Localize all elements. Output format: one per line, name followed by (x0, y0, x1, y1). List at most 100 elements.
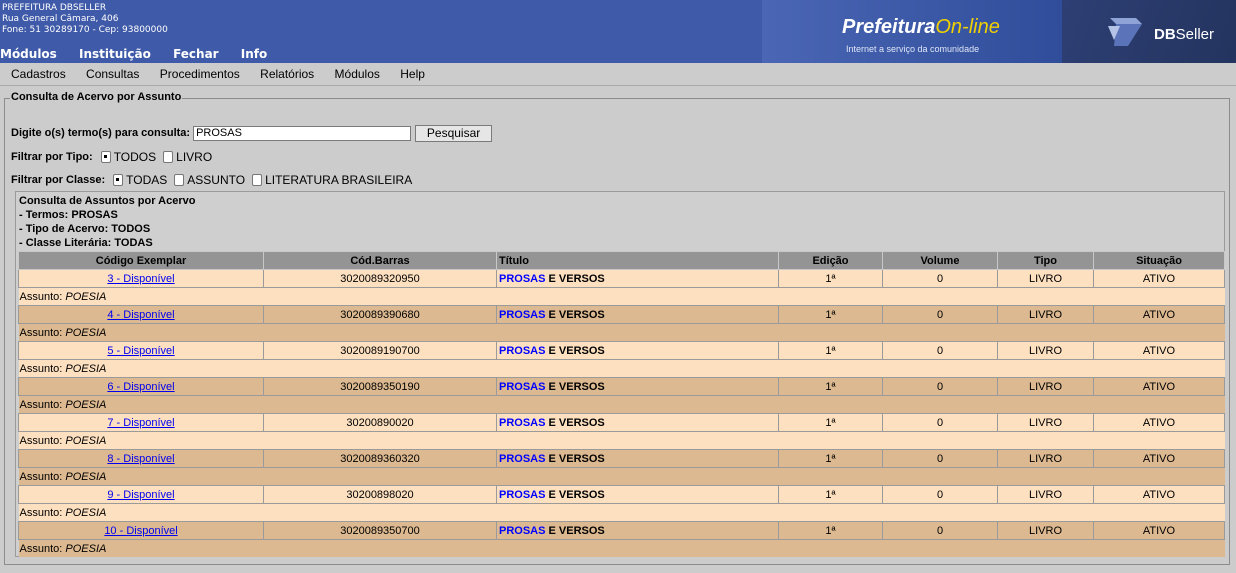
col-header-volume[interactable]: Volume (882, 251, 998, 270)
top-menu-modulos[interactable]: Módulos (0, 47, 57, 61)
assunto-value: POESIA (65, 506, 107, 519)
vendor-name-rest: Seller (1175, 26, 1215, 43)
search-input[interactable] (193, 125, 412, 141)
exemplar-link[interactable]: 4 - Disponível (107, 309, 174, 321)
cell-codigo: 4 - Disponível (18, 305, 264, 324)
radio-classe-literatura[interactable] (252, 174, 263, 186)
title-highlight: PROSAS (499, 380, 546, 393)
radio-classe-assunto[interactable] (174, 174, 185, 186)
exemplar-link[interactable]: 10 - Disponível (104, 525, 177, 537)
menu-procedimentos[interactable]: Procedimentos (160, 63, 240, 85)
organization-info: PREFEITURA DBSELLER Rua General Câmara, … (2, 3, 168, 36)
title-rest: E VERSOS (545, 488, 605, 501)
assunto-label: Assunto: (19, 290, 63, 303)
exemplar-link[interactable]: 3 - Disponível (107, 273, 174, 285)
cell-assunto: Assunto: POESIA (18, 287, 1225, 306)
assunto-label: Assunto: (19, 434, 63, 447)
col-header-codigo[interactable]: Código Exemplar (18, 251, 264, 270)
cell-assunto: Assunto: POESIA (18, 359, 1225, 378)
exemplar-link[interactable]: 5 - Disponível (107, 345, 174, 357)
radio-tipo-livro[interactable] (163, 151, 174, 163)
menu-help[interactable]: Help (400, 63, 425, 85)
results-panel: Consulta de Assuntos por Acervo - Termos… (15, 191, 1225, 557)
assunto-value: POESIA (65, 542, 107, 555)
top-menu-instituicao[interactable]: Instituição (79, 47, 151, 61)
cell-barras: 3020089390680 (263, 305, 497, 324)
menu-cadastros[interactable]: Cadastros (11, 63, 66, 85)
top-menu-info[interactable]: Info (241, 47, 267, 61)
radio-classe-literatura-label[interactable]: LITERATURA BRASILEIRA (265, 173, 412, 187)
radio-tipo-livro-label[interactable]: LIVRO (176, 150, 212, 164)
cell-codigo: 5 - Disponível (18, 341, 264, 360)
cell-tipo: LIVRO (997, 269, 1094, 288)
dbseller-logo-icon (1108, 18, 1142, 46)
table-row: 6 - Disponível 3020089350190 PROSAS E VERS… (18, 377, 1225, 396)
prefeitura-online-banner: PrefeituraOn-line Internet a serviço da … (762, 0, 1062, 63)
col-header-titulo[interactable]: Título (496, 251, 779, 270)
vendor-name-bold: DB (1154, 26, 1176, 43)
assunto-label: Assunto: (19, 506, 63, 519)
radio-tipo-todos-label[interactable]: TODOS (114, 150, 156, 164)
cell-barras: 3020089350700 (263, 521, 497, 540)
title-highlight: PROSAS (499, 272, 546, 285)
exemplar-link[interactable]: 8 - Disponível (107, 453, 174, 465)
cell-titulo: PROSAS E VERSOS (496, 521, 779, 540)
title-rest: E VERSOS (545, 380, 605, 393)
table-row-assunto: Assunto: POESIA (18, 431, 1225, 450)
org-address: Rua General Câmara, 406 (2, 14, 119, 24)
brand-suffix: On-line (935, 16, 1000, 38)
radio-classe-todas[interactable] (113, 174, 124, 186)
summary-terms: - Termos: PROSAS (19, 209, 118, 221)
col-header-tipo[interactable]: Tipo (997, 251, 1094, 270)
results-table-body: 3 - Disponível 3020089320950 PROSAS E VERS… (18, 269, 1225, 557)
filter-tipo-row: Filtrar por Tipo: TODOS LIVRO (11, 149, 219, 165)
cell-volume: 0 (882, 305, 998, 324)
exemplar-link[interactable]: 7 - Disponível (107, 417, 174, 429)
menu-consultas[interactable]: Consultas (86, 63, 139, 85)
cell-titulo: PROSAS E VERSOS (496, 269, 779, 288)
table-row-assunto: Assunto: POESIA (18, 539, 1225, 557)
cell-tipo: LIVRO (997, 377, 1094, 396)
radio-classe-todas-label[interactable]: TODAS (126, 173, 167, 187)
filter-tipo-label: Filtrar por Tipo: (11, 151, 93, 163)
top-menu-fechar[interactable]: Fechar (173, 47, 219, 61)
col-header-edicao[interactable]: Edição (778, 251, 883, 270)
cell-codigo: 3 - Disponível (18, 269, 264, 288)
radio-tipo-todos[interactable] (100, 151, 111, 163)
title-rest: E VERSOS (545, 452, 605, 465)
title-highlight: PROSAS (499, 416, 546, 429)
exemplar-link[interactable]: 6 - Disponível (107, 381, 174, 393)
org-phone: Fone: 51 30289170 - Cep: 93800000 (2, 25, 168, 35)
assunto-label: Assunto: (19, 542, 63, 555)
cell-situacao: ATIVO (1093, 485, 1225, 504)
app-header: PREFEITURA DBSELLER Rua General Câmara, … (0, 0, 1236, 63)
search-button[interactable]: Pesquisar (415, 124, 493, 142)
table-row-assunto: Assunto: POESIA (18, 503, 1225, 522)
exemplar-link[interactable]: 9 - Disponível (107, 489, 174, 501)
cell-edicao: 1ª (778, 413, 883, 432)
search-label: Digite o(s) termo(s) para consulta: (11, 127, 191, 139)
cell-situacao: ATIVO (1093, 341, 1225, 360)
menu-relatorios[interactable]: Relatórios (260, 63, 314, 85)
summary-class: - Classe Literária: TODAS (19, 237, 153, 249)
table-row: 8 - Disponível 3020089360320 PROSAS E VERS… (18, 449, 1225, 468)
radio-classe-assunto-label[interactable]: ASSUNTO (187, 173, 245, 187)
cell-titulo: PROSAS E VERSOS (496, 377, 779, 396)
cell-codigo: 8 - Disponível (18, 449, 264, 468)
assunto-value: POESIA (65, 290, 107, 303)
cell-edicao: 1ª (778, 485, 883, 504)
cell-volume: 0 (882, 377, 998, 396)
col-header-situacao[interactable]: Situação (1093, 251, 1225, 270)
cell-edicao: 1ª (778, 449, 883, 468)
cell-assunto: Assunto: POESIA (18, 431, 1225, 450)
org-name: PREFEITURA DBSELLER (2, 3, 107, 13)
cell-titulo: PROSAS E VERSOS (496, 305, 779, 324)
cell-situacao: ATIVO (1093, 449, 1225, 468)
cell-assunto: Assunto: POESIA (18, 467, 1225, 486)
col-header-barras[interactable]: Cód.Barras (263, 251, 497, 270)
cell-tipo: LIVRO (997, 485, 1094, 504)
cell-codigo: 6 - Disponível (18, 377, 264, 396)
fieldset-legend: Consulta de Acervo por Assunto (10, 91, 183, 103)
cell-barras: 3020089360320 (263, 449, 497, 468)
menu-modulos[interactable]: Módulos (335, 63, 380, 85)
